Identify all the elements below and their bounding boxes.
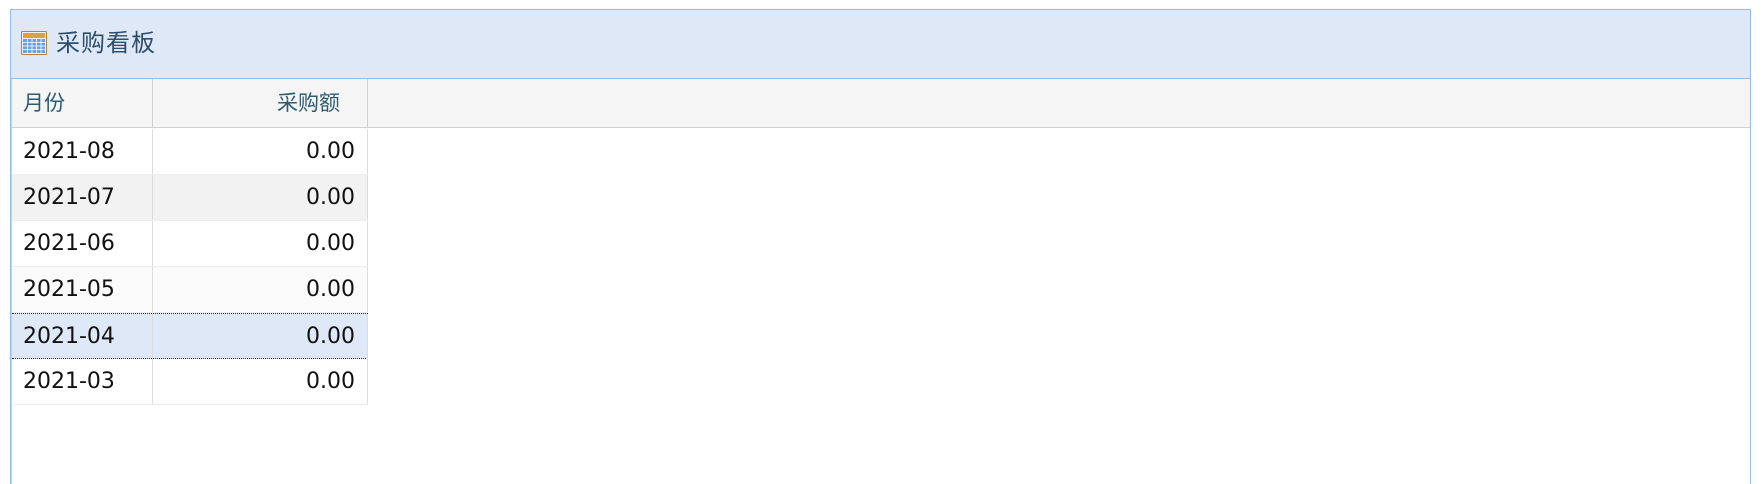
table-row[interactable]: 2021-06 0.00 — [12, 221, 368, 267]
cell-amount: 0.00 — [153, 129, 368, 174]
cell-amount: 0.00 — [153, 314, 368, 359]
cell-month: 2021-03 — [12, 359, 153, 404]
panel-title: 采购看板 — [56, 29, 156, 57]
column-header-filler — [368, 79, 1750, 127]
table-row[interactable]: 2021-07 0.00 — [12, 175, 368, 221]
grid-rows: 2021-08 0.00 2021-07 0.00 2021-06 0.00 2… — [12, 129, 368, 405]
purchase-grid: 月份 采购额 2021-08 0.00 2021-07 0.00 2021-06… — [11, 79, 1750, 484]
cell-amount: 0.00 — [153, 359, 368, 404]
cell-amount: 0.00 — [153, 175, 368, 220]
purchase-dashboard-panel: 采购看板 月份 采购额 2021-08 0.00 2021-07 0.00 20… — [10, 9, 1751, 484]
column-header-month[interactable]: 月份 — [12, 79, 153, 127]
table-row[interactable]: 2021-05 0.00 — [12, 267, 368, 313]
column-header-amount[interactable]: 采购额 — [153, 79, 368, 127]
cell-amount: 0.00 — [153, 267, 368, 312]
cell-month: 2021-06 — [12, 221, 153, 266]
grid-table-icon — [21, 31, 47, 55]
table-row-selected[interactable]: 2021-04 0.00 — [12, 313, 368, 359]
table-row[interactable]: 2021-08 0.00 — [12, 129, 368, 175]
grid-header-row: 月份 采购额 — [12, 79, 1750, 128]
cell-month: 2021-04 — [12, 314, 153, 359]
panel-header: 采购看板 — [11, 10, 1750, 79]
cell-month: 2021-07 — [12, 175, 153, 220]
cell-month: 2021-05 — [12, 267, 153, 312]
cell-amount: 0.00 — [153, 221, 368, 266]
cell-month: 2021-08 — [12, 129, 153, 174]
table-row[interactable]: 2021-03 0.00 — [12, 359, 368, 405]
